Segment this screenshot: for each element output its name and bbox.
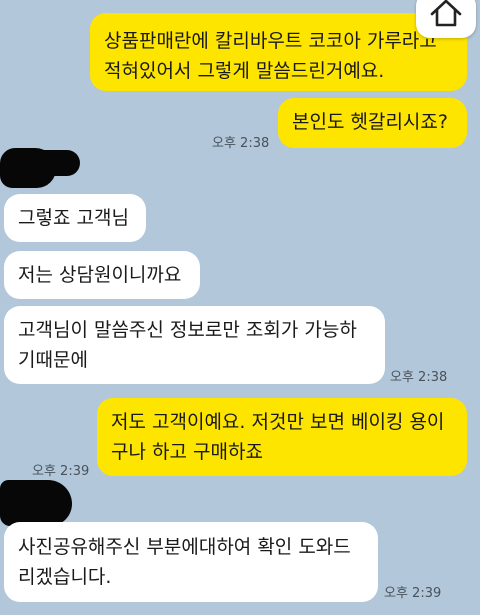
my-message-bubble[interactable]: 본인도 헷갈리시죠? bbox=[278, 98, 467, 148]
message-text-line: 그렇죠 고객님 bbox=[18, 207, 129, 229]
message-text-line: 적혀있어서 그렇게 말씀드린거예요. bbox=[104, 60, 385, 82]
their-message-bubble[interactable]: 그렇죠 고객님 bbox=[4, 194, 146, 242]
message-text-line: 고객님이 말씀주신 정보로만 조회가 가능하 bbox=[18, 319, 357, 341]
redacted-sender-avatar bbox=[0, 480, 72, 526]
message-text-line: 사진공유해주신 부분에대하여 확인 도와드 bbox=[18, 536, 351, 558]
home-icon bbox=[429, 0, 463, 32]
message-timestamp: 오후 2:38 bbox=[212, 136, 270, 151]
message-text-line: 저도 고객이예요. 저것만 보면 베이킹 용이 bbox=[111, 411, 445, 433]
my-message-bubble[interactable]: 상품판매란에 칼리바우트 코코아 가루라고 적혀있어서 그렇게 말씀드린거예요. bbox=[90, 13, 467, 91]
their-message-bubble[interactable]: 저는 상담원이니까요 bbox=[4, 251, 200, 299]
message-text-line: 기때문에 bbox=[18, 349, 88, 371]
my-message-bubble[interactable]: 저도 고객이예요. 저것만 보면 베이킹 용이 구나 하고 구매하죠 bbox=[97, 398, 467, 476]
their-message-bubble[interactable]: 사진공유해주신 부분에대하여 확인 도와드 리겠습니다. bbox=[4, 522, 378, 602]
message-text-line: 구나 하고 구매하죠 bbox=[111, 441, 263, 463]
message-timestamp: 오후 2:39 bbox=[32, 464, 90, 479]
message-text-line: 상품판매란에 칼리바우트 코코아 가루라고 bbox=[104, 30, 437, 52]
message-text-line: 리겠습니다. bbox=[18, 566, 112, 588]
message-timestamp: 오후 2:38 bbox=[390, 370, 448, 385]
home-button[interactable] bbox=[416, 0, 476, 38]
message-text-line: 저는 상담원이니까요 bbox=[18, 264, 182, 286]
message-timestamp: 오후 2:39 bbox=[384, 586, 442, 601]
message-text-line: 본인도 헷갈리시죠? bbox=[292, 111, 448, 133]
redacted-sender-name bbox=[30, 150, 80, 176]
their-message-bubble[interactable]: 고객님이 말씀주신 정보로만 조회가 가능하 기때문에 bbox=[4, 306, 385, 384]
